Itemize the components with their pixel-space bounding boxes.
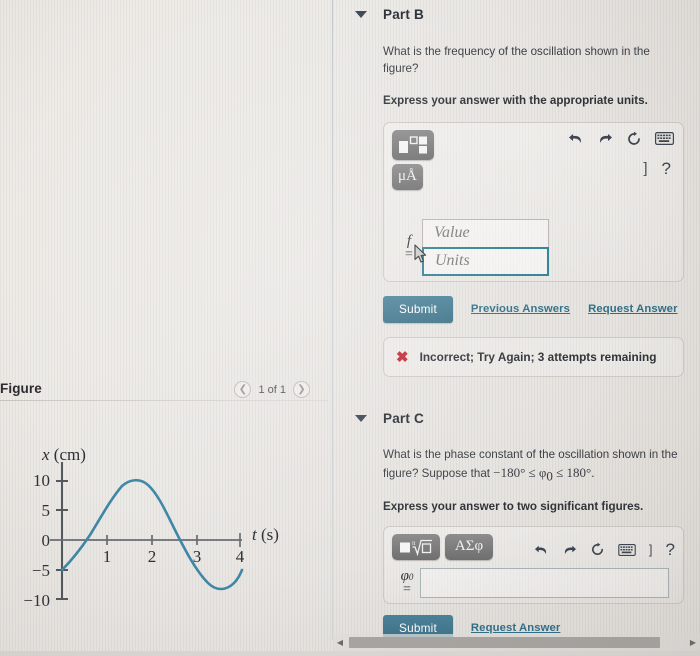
part-b-request-answer-link[interactable]: Request Answer <box>588 303 678 315</box>
oscillation-graph: 10 5 0 −5 −10 1 2 3 4 x (cm) t (s) <box>0 440 320 620</box>
keyboard-icon[interactable] <box>618 543 636 556</box>
scrollbar-thumb[interactable] <box>349 637 660 648</box>
chevron-left-icon[interactable]: ❮ <box>234 381 252 398</box>
phase-constant-input[interactable] <box>420 567 669 598</box>
part-c-question-math: −180° ≤ φ <box>493 464 547 480</box>
nth-root-template-button[interactable]: n <box>392 533 440 560</box>
equals-sign: = <box>403 582 411 598</box>
part-b-feedback: ✖ Incorrect; Try Again; 3 attempts remai… <box>383 336 684 377</box>
part-c-equation-row: φ0 = <box>384 562 683 608</box>
part-b-title: Part B <box>383 7 424 22</box>
math-template-icon <box>399 136 427 154</box>
caret-down-icon[interactable] <box>355 11 367 18</box>
scroll-left-arrow-icon[interactable]: ◀ <box>333 638 347 647</box>
part-b-answer-card: μÅ] ? f = Value Units <box>383 121 684 282</box>
scroll-right-arrow-icon[interactable]: ▶ <box>686 638 700 647</box>
units-placeholder: Units <box>435 252 470 270</box>
nth-root-template-icon: n <box>400 539 432 557</box>
figure-panel-title: Figure <box>0 381 42 396</box>
equals-sign: = <box>405 246 413 262</box>
units-button[interactable]: μÅ <box>392 163 423 190</box>
scrollbar-track[interactable] <box>347 637 686 648</box>
part-b-action-row: Submit Previous Answers Request Answer <box>333 295 700 323</box>
x-axis-label: t (s) <box>252 525 279 544</box>
part-c-equation-label: φ0 = <box>396 569 418 597</box>
math-template-button[interactable] <box>392 129 434 160</box>
reset-icon[interactable] <box>590 542 605 557</box>
variable-phi0: φ0 <box>400 568 414 585</box>
part-b-header[interactable]: Part B <box>333 7 700 22</box>
y-tick-label-5: 5 <box>42 501 51 520</box>
figure-counter: 1 of 1 <box>258 383 286 396</box>
y-axis-label: x (cm) <box>41 445 86 464</box>
y-tick-label-0: 0 <box>42 531 51 550</box>
help-button[interactable]: ? <box>666 540 675 560</box>
part-c-question: What is the phase constant of the oscill… <box>333 447 700 486</box>
part-b-submit-button[interactable]: Submit <box>383 295 453 323</box>
x-tick-label-2: 2 <box>148 547 157 566</box>
value-placeholder: Value <box>434 224 470 242</box>
help-button[interactable]: ? <box>662 159 671 179</box>
greek-button-label: ΑΣφ <box>454 538 484 555</box>
part-b-toolbar: μÅ] ? <box>384 123 683 195</box>
keyboard-icon[interactable] <box>655 132 674 146</box>
part-b-question: What is the frequency of the oscillation… <box>383 45 650 75</box>
question-panel: Part B What is the frequency of the osci… <box>333 0 700 656</box>
horizontal-scrollbar[interactable]: ◀ ▶ <box>333 634 700 651</box>
bracket-button[interactable]: ] <box>643 160 647 177</box>
units-input[interactable]: Units <box>422 246 549 276</box>
figure-navigation: ❮ 1 of 1 ❯ <box>234 381 310 398</box>
y-tick-label-10: 10 <box>33 471 50 490</box>
greek-symbols-button[interactable]: ΑΣφ <box>445 533 493 560</box>
units-button-label: μÅ <box>398 168 417 185</box>
variable-f: f <box>406 232 412 249</box>
part-b-equation-label: f = <box>398 232 420 262</box>
graph-svg: 10 5 0 −5 −10 1 2 3 4 x (cm) t (s) <box>23 445 279 610</box>
part-b-instruction: Express your answer with the appropriate… <box>383 93 648 107</box>
x-tick-label-3: 3 <box>193 547 202 566</box>
figure-divider <box>0 400 328 401</box>
screenshot-root: Figure ❮ 1 of 1 ❯ 10 5 0 −5 −10 1 2 3 4 … <box>0 0 700 656</box>
part-c-question-math-post: ≤ 180°. <box>552 464 595 480</box>
y-tick-label-neg5: −5 <box>32 561 50 580</box>
part-c-request-answer-link[interactable]: Request Answer <box>471 622 561 634</box>
redo-icon[interactable] <box>597 131 613 146</box>
bottom-strip <box>0 651 700 656</box>
x-mark-icon: ✖ <box>396 348 409 366</box>
part-c-toolbar: n ΑΣφ] ? <box>384 527 683 562</box>
y-tick-label-neg10: −10 <box>23 591 50 610</box>
part-b-equation-row: f = Value Units <box>384 217 683 286</box>
part-c-title: Part C <box>383 410 424 426</box>
oscillation-curve <box>60 478 244 591</box>
bracket-button[interactable]: ] <box>649 542 653 557</box>
x-tick-label-1: 1 <box>103 547 112 566</box>
part-c-header[interactable]: Part C <box>333 411 700 426</box>
redo-icon[interactable] <box>562 543 577 557</box>
part-c-answer-card: n ΑΣφ] ? φ0 = <box>383 525 684 604</box>
undo-icon[interactable] <box>534 543 549 557</box>
x-tick-label-4: 4 <box>236 547 245 566</box>
part-c-instruction: Express your answer to two significant f… <box>383 499 644 513</box>
value-input[interactable]: Value <box>422 218 549 248</box>
part-b-feedback-text: Incorrect; Try Again; 3 attempts remaini… <box>419 349 657 364</box>
part-b-previous-answers-link[interactable]: Previous Answers <box>471 303 570 315</box>
caret-down-icon[interactable] <box>355 414 367 422</box>
reset-icon[interactable] <box>626 131 642 147</box>
chevron-right-icon[interactable]: ❯ <box>293 381 310 398</box>
figure-panel: Figure ❮ 1 of 1 ❯ 10 5 0 −5 −10 1 2 3 4 … <box>0 0 332 656</box>
svg-text:n: n <box>412 539 416 547</box>
undo-icon[interactable] <box>568 131 584 146</box>
